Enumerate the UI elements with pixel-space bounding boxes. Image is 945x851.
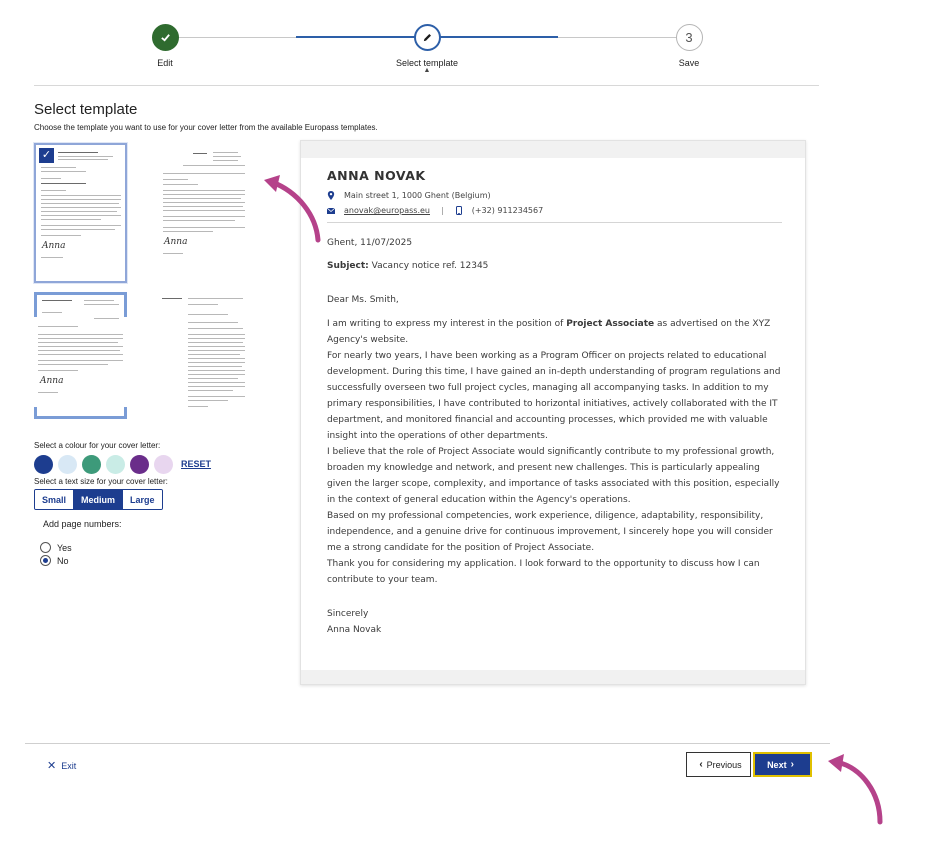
size-small-button[interactable]: Small — [35, 490, 75, 509]
text-size-label: Select a text size for your cover letter… — [34, 477, 168, 486]
radio-yes[interactable] — [40, 542, 51, 553]
divider — [25, 743, 830, 744]
thumbnail-signature: Anna — [164, 237, 188, 247]
close-icon: ✕ — [47, 760, 57, 772]
annotation-arrow-icon — [828, 754, 883, 825]
step-edit[interactable]: Edit — [105, 24, 225, 68]
step-label: Edit — [157, 58, 173, 68]
radio-no[interactable] — [40, 555, 51, 566]
paragraph-thanks: Thank you for considering my application… — [327, 559, 760, 585]
caret-up-icon: ▲ — [423, 67, 431, 74]
reset-colour-link[interactable]: RESET — [181, 459, 211, 469]
template-thumbnail-2[interactable]: Anna — [158, 143, 251, 283]
size-large-button[interactable]: Large — [123, 490, 162, 509]
mobile-phone-icon — [455, 206, 463, 215]
signature-name: Anna Novak — [327, 625, 382, 635]
page-title: Select template — [34, 101, 138, 118]
colour-swatch-light-blue[interactable] — [58, 455, 77, 474]
salutation: Dear Ms. Smith, — [327, 295, 399, 305]
page-numbers-yes[interactable]: Yes — [40, 542, 72, 553]
exit-button[interactable]: ✕ Exit — [47, 759, 76, 772]
paragraph-competencies: Based on my professional competencies, w… — [327, 511, 773, 553]
size-medium-button[interactable]: Medium — [74, 490, 124, 509]
step-select-template: Select template ▲ — [367, 24, 487, 74]
applicant-name: ANNA NOVAK — [327, 168, 426, 183]
divider — [327, 222, 782, 223]
colour-swatch-lavender[interactable] — [154, 455, 173, 474]
step-save: 3 Save — [629, 24, 749, 68]
colour-label: Select a colour for your cover letter: — [34, 441, 161, 450]
chevron-right-icon: › — [790, 759, 794, 770]
radio-label: No — [57, 555, 69, 566]
colour-swatch-dark-blue[interactable] — [34, 455, 53, 474]
step-label: Save — [678, 58, 700, 68]
text-size-selector: Small Medium Large — [34, 489, 163, 510]
exit-label: Exit — [61, 760, 77, 771]
step-number: 3 — [675, 24, 703, 51]
colour-swatch-green[interactable] — [82, 455, 101, 474]
template-thumbnail-3[interactable]: Anna — [34, 292, 127, 422]
subject-line: Subject: Vacancy notice ref. 12345 — [327, 261, 489, 271]
phone-text: (+32) 911234567 — [471, 206, 544, 215]
paragraph-experience: For nearly two years, I have been workin… — [327, 351, 781, 441]
check-icon: ✓ — [39, 148, 54, 163]
page-subtitle: Choose the template you want to use for … — [34, 123, 378, 132]
progress-stepper: Edit Select template ▲ 3 Save — [0, 0, 945, 90]
divider — [34, 85, 819, 86]
thumbnail-signature: Anna — [40, 376, 64, 386]
page-numbers-label: Add page numbers: — [43, 519, 122, 529]
closing: Sincerely — [327, 609, 369, 619]
check-icon — [151, 24, 179, 51]
pencil-icon — [413, 24, 441, 51]
thumbnail-signature: Anna — [42, 241, 66, 251]
annotation-arrow-icon — [264, 175, 321, 243]
cover-letter-preview: ANNA NOVAK Main street 1, 1000 Ghent (Be… — [300, 140, 806, 685]
paragraph-motivation: I believe that the role of Project Assoc… — [327, 447, 780, 505]
template-thumbnail-4[interactable] — [158, 292, 251, 422]
previous-button[interactable]: ‹ Previous — [686, 752, 751, 777]
email-link[interactable]: anovak@europass.eu — [344, 206, 430, 215]
place-date: Ghent, 11/07/2025 — [327, 238, 413, 248]
next-button[interactable]: Next › — [753, 752, 812, 777]
template-thumbnail-1[interactable]: ✓ Anna — [34, 143, 127, 283]
colour-swatch-purple[interactable] — [130, 455, 149, 474]
radio-label: Yes — [57, 542, 72, 553]
page-numbers-no[interactable]: No — [40, 555, 69, 566]
address-text: Main street 1, 1000 Ghent (Belgium) — [344, 191, 491, 200]
letter-document: ANNA NOVAK Main street 1, 1000 Ghent (Be… — [327, 168, 782, 638]
colour-swatch-mint[interactable] — [106, 455, 125, 474]
chevron-left-icon: ‹ — [699, 759, 703, 770]
paragraph-intro: I am writing to express my interest in t… — [327, 319, 771, 345]
